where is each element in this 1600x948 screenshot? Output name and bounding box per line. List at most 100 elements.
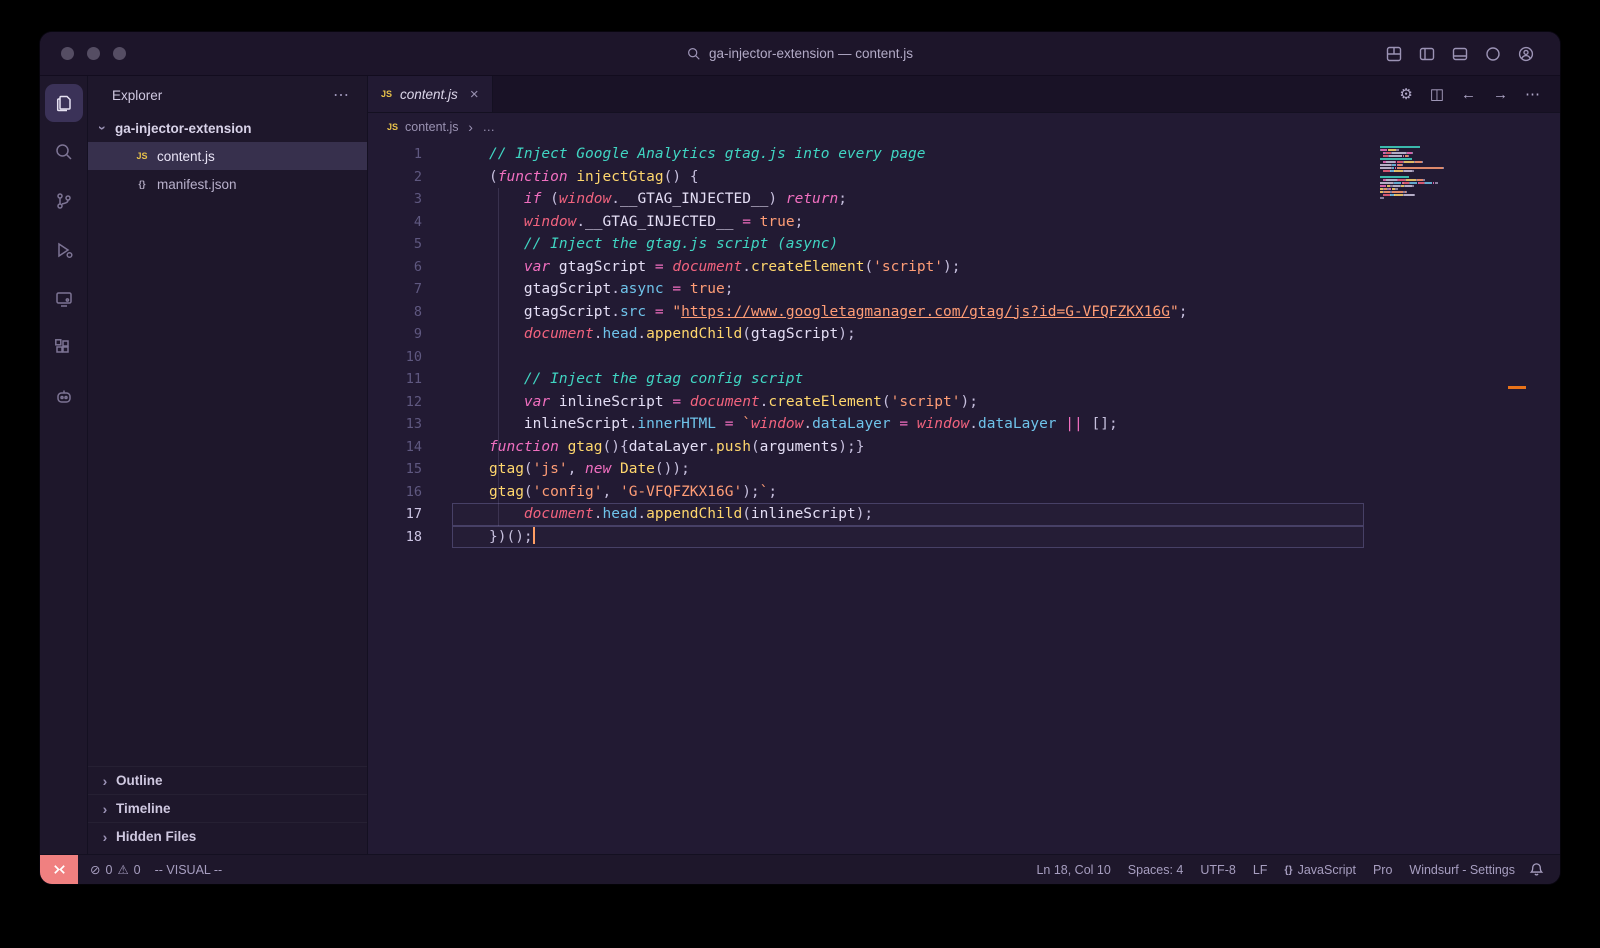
activity-explorer[interactable] [45,84,83,122]
close-window-button[interactable] [61,47,74,60]
line-number: 1 [368,143,452,166]
line-number: 16 [368,481,452,504]
activity-remote-explorer[interactable] [45,280,83,318]
status-item[interactable]: {}JavaScript [1284,863,1356,877]
sidebar-more-actions-icon[interactable]: ⋯ [333,85,349,105]
toggle-panel-icon[interactable] [1452,46,1468,62]
sidebar-section-timeline[interactable]: ›Timeline [88,794,367,822]
line-content: window.__GTAG_INJECTED__ = true; [452,211,1364,234]
notifications-bell-icon[interactable] [1529,862,1560,877]
code-line[interactable]: 10 [368,346,1560,369]
chevron-right-icon: › [100,829,110,845]
code-line[interactable]: 4 window.__GTAG_INJECTED__ = true; [368,211,1560,234]
code-line[interactable]: 7 gtagScript.async = true; [368,278,1560,301]
vim-mode-indicator: -- VISUAL -- [155,863,223,877]
remote-indicator-button[interactable] [40,855,78,884]
code-line[interactable]: 6 var gtagScript = document.createElemen… [368,256,1560,279]
line-content: gtagScript.async = true; [452,278,1364,301]
settings-gear-icon[interactable]: ⚙ [1399,85,1412,103]
code-line[interactable]: 13 inlineScript.innerHTML = `window.data… [368,413,1560,436]
code-line[interactable]: 14function gtag(){dataLayer.push(argumen… [368,436,1560,459]
line-content: var inlineScript = document.createElemen… [452,391,1364,414]
line-number: 15 [368,458,452,481]
breadcrumb[interactable]: JS content.js › … [368,113,1560,140]
warning-icon: ⚠ [117,862,128,877]
status-item-label: Spaces: 4 [1128,863,1184,877]
split-editor-icon[interactable]: ◫ [1430,85,1444,103]
code-editor[interactable]: 1// Inject Google Analytics gtag.js into… [368,140,1560,854]
remote-chevrons-icon [52,863,67,876]
line-number: 9 [368,323,452,346]
line-number: 17 [368,503,452,526]
status-item-label: Pro [1373,863,1392,877]
file-tree: › ga-injector-extension JScontent.js{}ma… [88,114,367,198]
code-line[interactable]: 9 document.head.appendChild(gtagScript); [368,323,1560,346]
customize-layout-icon[interactable] [1386,46,1402,62]
problems-status[interactable]: ⊘ 0 ⚠ 0 [90,862,141,877]
sidebar-title: Explorer [112,88,162,103]
sidebar-section-hidden-files[interactable]: ›Hidden Files [88,822,367,850]
error-icon: ⊘ [90,862,100,877]
file-item-content.js[interactable]: JScontent.js [88,142,367,170]
section-label: Outline [116,773,163,788]
minimize-window-button[interactable] [87,47,100,60]
status-item[interactable]: UTF-8 [1200,863,1235,877]
close-tab-icon[interactable]: × [470,86,479,103]
line-content: // Inject the gtag config script [452,368,1364,391]
activity-extensions[interactable] [45,329,83,367]
indent-guide [498,188,499,526]
account-icon[interactable] [1518,46,1534,62]
activity-search[interactable] [45,133,83,171]
zoom-window-button[interactable] [113,47,126,60]
status-item[interactable]: LF [1253,863,1268,877]
text-cursor [533,527,535,544]
breadcrumb-file[interactable]: content.js [405,120,459,134]
navigate-forward-icon[interactable]: → [1493,86,1508,103]
code-line[interactable]: 11 // Inject the gtag config script [368,368,1560,391]
app-window: ga-injector-extension — content.js [40,32,1560,884]
line-content: (function injectGtag() { [452,166,1364,189]
navigate-back-icon[interactable]: ← [1461,86,1476,103]
code-line[interactable]: 5 // Inject the gtag.js script (async) [368,233,1560,256]
line-content [452,346,1364,369]
file-label: content.js [157,149,215,164]
line-number: 18 [368,526,452,549]
status-item[interactable]: Spaces: 4 [1128,863,1184,877]
sidebar-section-outline[interactable]: ›Outline [88,766,367,794]
git-branch-icon [54,191,74,211]
line-content: // Inject the gtag.js script (async) [452,233,1364,256]
code-line[interactable]: 17 document.head.appendChild(inlineScrip… [368,503,1560,526]
code-line[interactable]: 15gtag('js', new Date()); [368,458,1560,481]
minimap[interactable] [1380,146,1454,200]
activity-run-debug[interactable] [45,231,83,269]
status-item[interactable]: Windsurf - Settings [1409,863,1515,877]
window-title: ga-injector-extension — content.js [709,46,913,61]
status-item[interactable]: Pro [1373,863,1392,877]
chevron-right-icon: › [100,801,110,817]
robot-icon [54,387,74,407]
record-circle-icon[interactable] [1485,46,1501,62]
status-item[interactable]: Ln 18, Col 10 [1036,863,1110,877]
remote-monitor-icon [54,289,74,309]
line-content: gtag('js', new Date()); [452,458,1364,481]
status-bar: ⊘ 0 ⚠ 0 -- VISUAL -- Ln 18, Col 10 Spaces… [40,854,1560,884]
search-icon [687,47,701,61]
tab-content-js[interactable]: JS content.js × [368,76,493,112]
titlebar: ga-injector-extension — content.js [40,32,1560,76]
editor-group: JS content.js × ⚙ ◫ ← → ⋯ JS content.js … [368,76,1560,854]
file-item-manifest.json[interactable]: {}manifest.json [88,170,367,198]
code-line[interactable]: 8 gtagScript.src = "https://www.googleta… [368,301,1560,324]
code-line[interactable]: 12 var inlineScript = document.createEle… [368,391,1560,414]
editor-more-actions-icon[interactable]: ⋯ [1525,85,1540,103]
line-number: 7 [368,278,452,301]
code-line[interactable]: 16gtag('config', 'G-VFQFZKX16G');`; [368,481,1560,504]
line-content: document.head.appendChild(inlineScript); [452,503,1364,526]
toggle-sidebar-icon[interactable] [1419,46,1435,62]
breadcrumb-symbol[interactable]: … [483,120,496,134]
line-number: 6 [368,256,452,279]
activity-cascade-ai[interactable] [45,378,83,416]
activity-source-control[interactable] [45,182,83,220]
code-line[interactable]: 18})(); [368,526,1560,549]
tree-root-folder[interactable]: › ga-injector-extension [88,114,367,142]
tab-label: content.js [400,87,458,102]
